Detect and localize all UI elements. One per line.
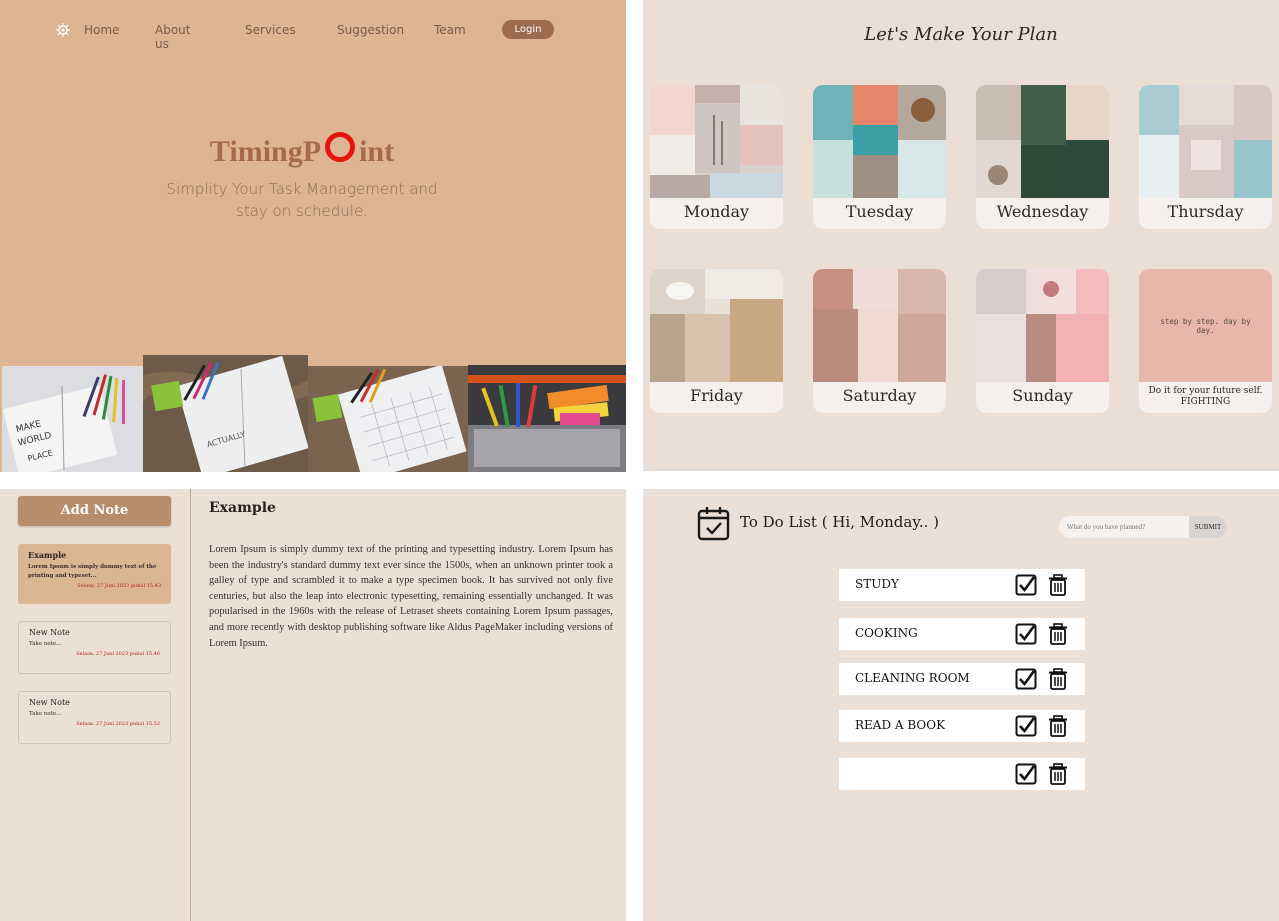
submit-button[interactable]: SUBMIT: [1189, 516, 1227, 538]
note-preview: Take note...: [29, 711, 62, 717]
collage-image: [976, 85, 1109, 198]
notes-panel: Add Note Example Lorem Ipsum is simply d…: [0, 489, 626, 921]
check-icon[interactable]: [1015, 623, 1037, 645]
add-note-button[interactable]: Add Note: [18, 496, 171, 526]
day-card-monday[interactable]: Monday: [650, 85, 783, 229]
note-preview: Take note...: [29, 641, 62, 647]
day-card-saturday[interactable]: Saturday: [813, 269, 946, 413]
note-title: New Note: [29, 628, 70, 637]
day-label: Wednesday: [996, 202, 1089, 221]
day-card-wednesday[interactable]: Wednesday: [976, 85, 1109, 229]
trash-icon[interactable]: [1048, 763, 1068, 785]
collage-image: [976, 269, 1109, 382]
notebook-photo-2: ACTUALLY: [143, 355, 308, 472]
note-date: Selasa, 27 Juni 2023 pukul 15.43: [77, 583, 161, 589]
check-icon[interactable]: [1015, 763, 1037, 785]
brand-ring-icon: [325, 132, 356, 162]
todo-item: COOKING: [839, 618, 1085, 650]
trash-icon[interactable]: [1048, 668, 1068, 690]
note-date: Selasa, 27 Juni 2023 pukul 15.46: [76, 651, 160, 657]
todo-panel: To Do List ( Hi, Monday.. ) SUBMIT STUDY…: [643, 489, 1279, 921]
brand-text-end: int: [359, 135, 395, 168]
todo-text: COOKING: [855, 626, 918, 640]
nav-home-link[interactable]: Home: [84, 23, 119, 37]
brand-title: TimingP int: [0, 132, 604, 169]
brand-text-start: TimingP: [209, 135, 322, 168]
trash-icon[interactable]: [1048, 623, 1068, 645]
plan-input[interactable]: [1059, 516, 1189, 538]
note-preview: Lorem Ipsum is simply dummy text of the …: [28, 564, 157, 579]
note-title: New Note: [29, 698, 70, 707]
todo-item: STUDY: [839, 569, 1085, 601]
todo-text: STUDY: [855, 577, 899, 591]
note-item-active[interactable]: Example Lorem Ipsum is simply dummy text…: [18, 544, 171, 604]
day-card-thursday[interactable]: Thursday: [1139, 85, 1272, 229]
collage-image: [813, 85, 946, 198]
todo-title: To Do List ( Hi, Monday.. ): [740, 513, 939, 531]
trash-icon[interactable]: [1048, 574, 1068, 596]
day-label: Sunday: [1012, 386, 1073, 405]
plan-title: Let's Make Your Plan: [864, 24, 1058, 45]
day-label: Friday: [690, 386, 743, 405]
quote-text: step by step. day by day.: [1160, 317, 1251, 335]
tagline: Simplity Your Task Management and stay o…: [166, 180, 438, 220]
logo-icon[interactable]: [56, 23, 70, 37]
login-button[interactable]: Login: [502, 20, 554, 39]
stationery-box-photo: [468, 365, 626, 472]
todo-item: CLEANING ROOM: [839, 663, 1085, 695]
note-date: Selasa, 27 Juni 2023 pukul 15.52: [76, 721, 160, 727]
day-label: Thursday: [1167, 202, 1244, 221]
note-title: Example: [28, 550, 67, 560]
check-icon[interactable]: [1015, 668, 1037, 690]
todo-text: READ A BOOK: [855, 718, 946, 732]
check-icon[interactable]: [1015, 574, 1037, 596]
nav-services-link[interactable]: Services: [245, 23, 296, 37]
todo-item: [839, 758, 1085, 790]
nav-team-link[interactable]: Team: [434, 23, 466, 37]
weekly-plan-panel: Let's Make Your Plan Monday Tuesday Wedn…: [643, 0, 1279, 471]
notes-sidebar: Add Note Example Lorem Ipsum is simply d…: [0, 489, 191, 921]
todo-text: CLEANING ROOM: [855, 671, 970, 685]
note-item[interactable]: New Note Take note... Selasa, 27 Juni 20…: [18, 621, 171, 674]
day-label: Tuesday: [845, 202, 914, 221]
collage-image: [650, 85, 783, 198]
day-card-friday[interactable]: Friday: [650, 269, 783, 413]
collage-image: [650, 269, 783, 382]
quote-background: step by step. day by day.: [1139, 269, 1272, 382]
todo-item: READ A BOOK: [839, 710, 1085, 742]
collage-image: [1139, 85, 1272, 198]
calendar-check-icon: [697, 507, 730, 541]
landing-panel: Home About us Services Suggestion Team L…: [0, 0, 626, 472]
note-item[interactable]: New Note Take note... Selasa, 27 Juni 20…: [18, 691, 171, 744]
quote-card: step by step. day by day. Do it for your…: [1139, 269, 1272, 413]
day-card-sunday[interactable]: Sunday: [976, 269, 1109, 413]
nav-about-link[interactable]: About us: [155, 23, 190, 51]
collage-image: [813, 269, 946, 382]
quote-caption: Do it for your future self. FIGHTING: [1148, 386, 1263, 407]
trash-icon[interactable]: [1048, 715, 1068, 737]
editor-title[interactable]: Example: [209, 500, 276, 516]
check-icon[interactable]: [1015, 715, 1037, 737]
nav-suggestion-link[interactable]: Suggestion: [337, 23, 404, 37]
editor-body[interactable]: Lorem Ipsum is simply dummy text of the …: [209, 542, 613, 651]
notebook-photo-3: [308, 366, 468, 472]
day-label: Monday: [683, 202, 750, 221]
day-label: Saturday: [842, 386, 917, 405]
notebook-photo-1: MAKE WORLD PLACE: [2, 366, 143, 472]
day-card-tuesday[interactable]: Tuesday: [813, 85, 946, 229]
